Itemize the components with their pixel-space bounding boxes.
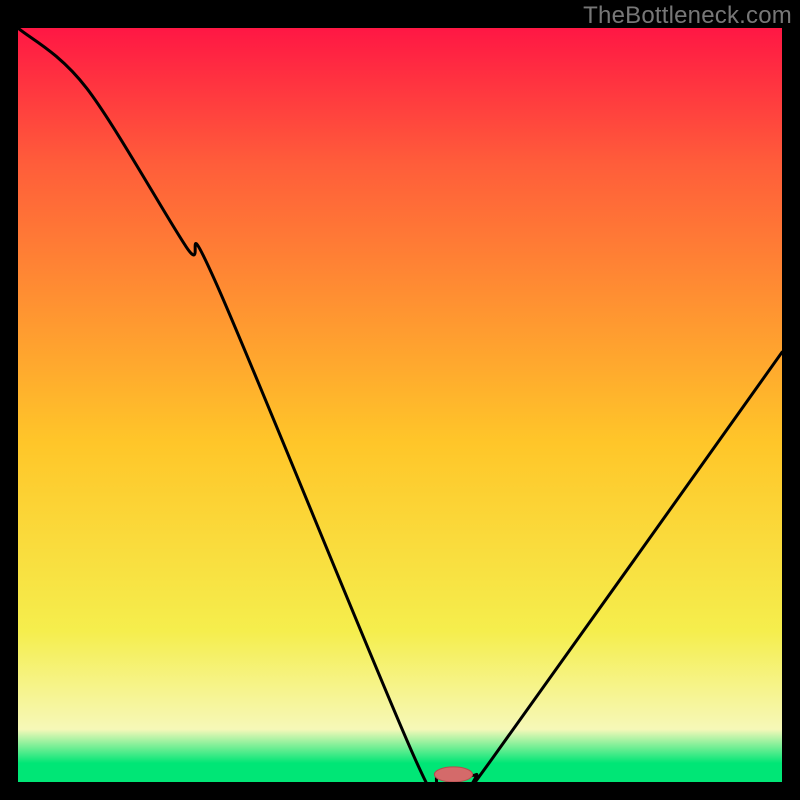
- plot-area: [18, 28, 782, 782]
- bottleneck-chart: [18, 28, 782, 782]
- watermark-text: TheBottleneck.com: [583, 2, 792, 30]
- optimal-marker: [434, 767, 472, 782]
- chart-frame: TheBottleneck.com: [0, 0, 800, 800]
- gradient-background: [18, 28, 782, 782]
